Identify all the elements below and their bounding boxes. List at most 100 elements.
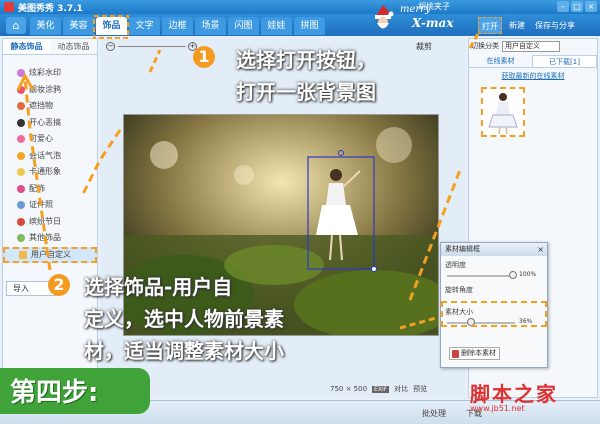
tab-online-materials[interactable]: 在线素材 [469, 55, 532, 67]
sidebar-item-festival[interactable]: 缤纷节日 [3, 214, 97, 231]
step-one-line-1: 选择打开按钮， [236, 48, 376, 72]
tab-collage[interactable]: 拼图 [294, 17, 325, 35]
preview-button[interactable]: 预览 [413, 384, 427, 394]
main-toolbar: ⌂ 美化 美容 饰品 文字 边框 场景 闪图 娃娃 拼图 打开 新建 保存与分享 [0, 14, 600, 36]
tab-scene[interactable]: 场景 [195, 17, 226, 35]
app-logo-icon [4, 2, 14, 12]
mustache-icon [17, 118, 25, 127]
opacity-value: 100% [519, 271, 537, 278]
tab-static-accessories[interactable]: 静态饰品 [3, 39, 50, 54]
zoom-out-icon[interactable]: − [106, 42, 115, 51]
category-select[interactable]: 用户自定义 [502, 40, 560, 52]
save-share-button[interactable]: 保存与分享 [532, 17, 578, 34]
sidebar-item-label: 配饰 [29, 183, 45, 193]
tab-doll[interactable]: 娃娃 [261, 17, 292, 35]
home-button[interactable]: ⌂ [6, 17, 26, 34]
gift-icon [17, 217, 25, 226]
step-one-line-2: 打开一张背景图 [236, 80, 376, 104]
opacity-track[interactable] [447, 275, 515, 277]
girl-material-image [488, 93, 518, 135]
category-row: 切换分类 用户自定义 [469, 39, 597, 53]
sidebar-item-label: 炫彩水印 [29, 68, 61, 78]
opacity-handle[interactable] [509, 271, 517, 279]
editor-title-bar[interactable]: 素材编辑框 × [441, 243, 547, 256]
editor-close-button[interactable]: × [537, 243, 544, 256]
file-tools: 打开 新建 保存与分享 [478, 17, 578, 34]
new-button[interactable]: 新建 [506, 17, 528, 34]
sidebar-item-ornaments[interactable]: 配饰 [3, 181, 97, 198]
other-icon [17, 234, 25, 243]
sidebar-item-makeup-doodle[interactable]: 靓妆涂鸦 [3, 82, 97, 99]
tab-downloaded[interactable]: 已下载[1] [532, 55, 597, 67]
sidebar-item-cover[interactable]: 遮挡物 [3, 98, 97, 115]
tab-text[interactable]: 文字 [129, 17, 160, 35]
close-button[interactable]: × [585, 1, 597, 12]
step-banner: 第四步: [0, 368, 150, 414]
window-controls: – □ × [557, 1, 597, 12]
merry-text: merry [400, 4, 431, 15]
get-latest-link[interactable]: 获取最新的在线素材 [469, 71, 597, 81]
sidebar-item-label: 用户自定义 [31, 249, 71, 259]
minimize-button[interactable]: – [557, 1, 569, 12]
sidebar-item-watermark[interactable]: 炫彩水印 [3, 65, 97, 82]
cartoon-icon [17, 168, 25, 177]
step-label: 第四步: [10, 378, 99, 408]
zoom-track[interactable] [118, 46, 186, 47]
site-url: www.jb51.net [470, 404, 525, 413]
exif-button[interactable]: EXIF [372, 385, 390, 393]
sidebar-item-cartoon[interactable]: 卡通形象 [3, 164, 97, 181]
step-two-badge: 2 [48, 274, 70, 296]
delete-label: 删除本素材 [461, 349, 496, 357]
cover-icon [17, 102, 25, 111]
image-size: 750 × 500 [330, 385, 368, 393]
material-thumbnail[interactable] [481, 87, 525, 137]
watermark-icon [17, 69, 25, 78]
editor-title: 素材编辑框 [445, 245, 480, 253]
sidebar-item-funny[interactable]: 开心恶搞 [3, 115, 97, 132]
sidebar-item-label: 会话气泡 [29, 150, 61, 160]
sidebar-item-label: 靓妆涂鸦 [29, 84, 61, 94]
module-tabs: 美化 美容 饰品 文字 边框 场景 闪图 娃娃 拼图 [30, 17, 325, 35]
maximize-button[interactable]: □ [571, 1, 583, 12]
app-title: 美图秀秀 3.7.1 [18, 4, 83, 14]
sidebar-item-hearts[interactable]: 可爱心 [3, 131, 97, 148]
tab-beauty[interactable]: 美容 [63, 17, 94, 35]
sidebar-item-speech-bubble[interactable]: 会话气泡 [3, 148, 97, 165]
sidebar-item-id-photo[interactable]: 证件照 [3, 197, 97, 214]
lips-icon [17, 85, 25, 94]
size-highlight [441, 301, 547, 327]
opacity-label: 透明度 [445, 261, 466, 269]
sidebar-item-other[interactable]: 其他饰品 [3, 230, 97, 247]
batch-button[interactable]: 批处理 [422, 408, 446, 419]
crop-button[interactable]: 裁剪 [416, 41, 432, 52]
accessory-category-list: 炫彩水印 靓妆涂鸦 遮挡物 开心恶搞 可爱心 会话气泡 卡通形象 配饰 证件照 … [3, 55, 97, 263]
tab-flash[interactable]: 闪图 [228, 17, 259, 35]
delete-material-button[interactable]: 删除本素材 [449, 347, 500, 360]
trash-icon [452, 349, 459, 358]
id-photo-icon [17, 201, 25, 210]
sidebar-item-label: 缤纷节日 [29, 216, 61, 226]
tab-beautify[interactable]: 美化 [30, 17, 61, 35]
sidebar-item-label: 可爱心 [29, 134, 53, 144]
sidebar-tabs: 静态饰品 动态饰品 [3, 39, 97, 55]
tab-dynamic-accessories[interactable]: 动态饰品 [50, 39, 97, 54]
material-editor: 素材编辑框 × 透明度 100% 旋转角度 素材大小 36% 删除本素材 [440, 242, 548, 368]
opacity-slider[interactable]: 100% [445, 271, 543, 281]
category-label: 切换分类 [471, 42, 499, 50]
tab-frame[interactable]: 边框 [162, 17, 193, 35]
sidebar-item-label: 证件照 [29, 200, 53, 210]
step-one-badge: 1 [193, 46, 215, 68]
zoom-slider[interactable]: − + [106, 42, 197, 52]
material-tabs: 在线素材 已下载[1] [469, 55, 597, 68]
sidebar-item-label: 遮挡物 [29, 101, 53, 111]
step-two-line-3: 材，适当调整素材大小 [84, 339, 284, 363]
sidebar-item-user-defined[interactable]: 用户自定义 [3, 246, 97, 263]
title-bar: 美图秀秀 3.7.1 胡桃夹子 – □ × [0, 0, 600, 14]
step-two-line-2: 定义，选中人物前景素 [84, 307, 284, 331]
open-button[interactable]: 打开 [478, 17, 502, 34]
step-two-line-1: 选择饰品-用户自 [84, 275, 233, 299]
sidebar-item-label: 其他饰品 [29, 233, 61, 243]
compare-button[interactable]: 对比 [394, 384, 408, 394]
santa-icon [375, 5, 394, 29]
tab-accessories[interactable]: 饰品 [96, 17, 127, 35]
